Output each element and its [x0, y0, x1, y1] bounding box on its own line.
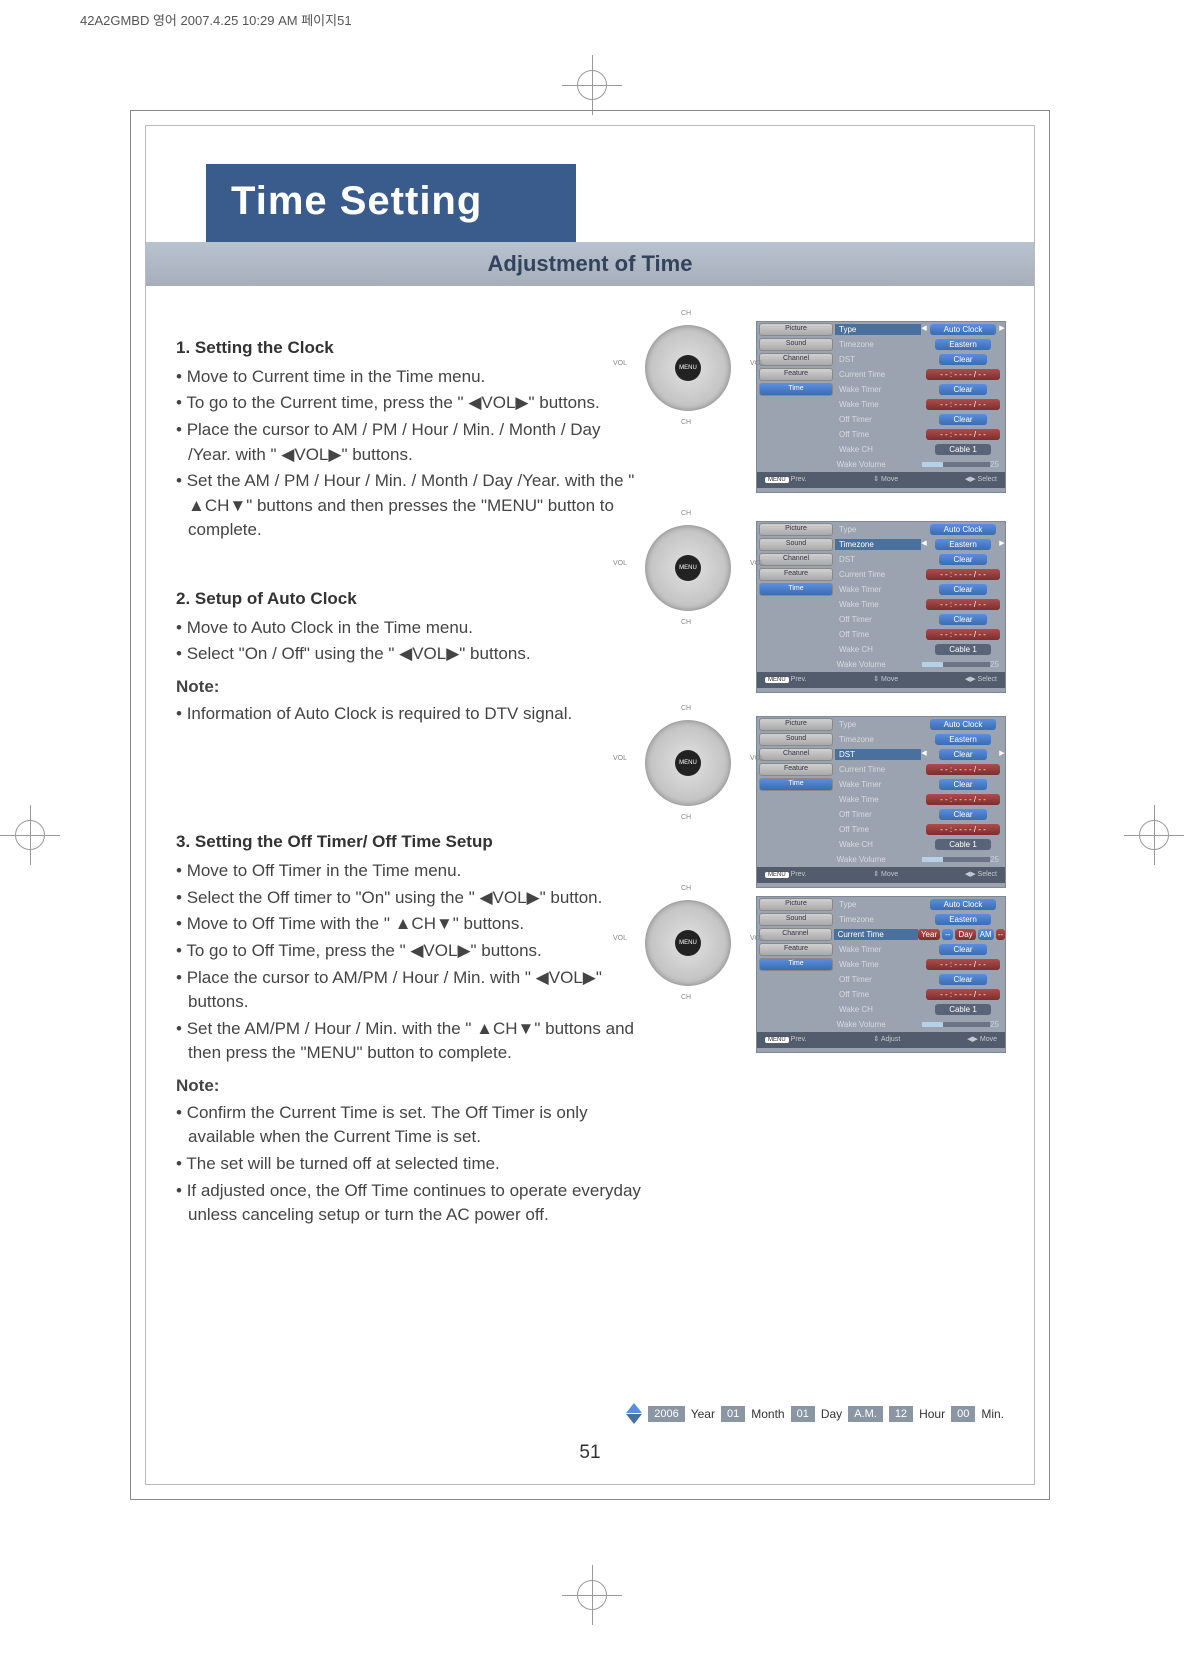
- figure-clock: CH CH VOL VOL MENU PictureType◀Auto Cloc…: [631, 321, 1006, 493]
- crop-mark-bottom: [562, 1565, 622, 1625]
- section-off-timer: 3. Setting the Off Timer/ Off Time Setup…: [176, 830, 646, 1228]
- bullet: Set the AM / PM / Hour / Min. / Month / …: [176, 469, 646, 543]
- osd-panel-type: PictureType◀Auto Clock▶ SoundTimezoneEas…: [756, 321, 1006, 493]
- bullet: Select "On / Off" using the " ◀VOL▶" but…: [176, 642, 646, 667]
- crop-mark-top: [562, 55, 622, 115]
- bullet: If adjusted once, the Off Time continues…: [176, 1179, 646, 1228]
- crop-mark-right: [1124, 805, 1184, 865]
- document-header-meta: 42A2GMBD 영어 2007.4.25 10:29 AM 페이지51: [80, 10, 352, 29]
- figure-dst: CHCH VOLVOL MENU PictureTypeAuto Clock S…: [631, 716, 1006, 888]
- section-auto-clock: 2. Setup of Auto Clock Move to Auto Cloc…: [176, 587, 646, 726]
- list-auto: Move to Auto Clock in the Time menu. Sel…: [176, 616, 646, 667]
- year-value: 2006: [648, 1406, 684, 1422]
- remote-dpad-icon: CHCH VOLVOL MENU: [631, 521, 746, 616]
- bullet: Move to Off Time with the " ▲CH▼" button…: [176, 912, 646, 937]
- figure-current-time: CHCH VOLVOL MENU PictureTypeAuto Clock S…: [631, 896, 1006, 1053]
- date-time-bar: 2006 Year 01 Month 01 Day A.M. 12 Hour 0…: [626, 1403, 1004, 1424]
- section-subtitle: Adjustment of Time: [146, 242, 1034, 286]
- bullet: Confirm the Current Time is set. The Off…: [176, 1101, 646, 1150]
- bullet: Place the cursor to AM / PM / Hour / Min…: [176, 418, 646, 467]
- bullet: Information of Auto Clock is required to…: [176, 702, 646, 727]
- bullet: The set will be turned off at selected t…: [176, 1152, 646, 1177]
- title-box: Time Setting: [206, 164, 576, 242]
- bullet: To go to Off Time, press the " ◀VOL▶" bu…: [176, 939, 646, 964]
- page-frame-outer: Time Setting Adjustment of Time 1. Setti…: [130, 110, 1050, 1500]
- page-title: Time Setting: [231, 179, 551, 224]
- list-auto-note: Information of Auto Clock is required to…: [176, 702, 646, 727]
- osd-panel-timezone: PictureTypeAuto Clock SoundTimezone◀East…: [756, 521, 1006, 693]
- figure-auto-clock: CHCH VOLVOL MENU PictureTypeAuto Clock S…: [631, 521, 1006, 693]
- remote-dpad-icon: CH CH VOL VOL MENU: [631, 321, 746, 416]
- heading-clock: 1. Setting the Clock: [176, 336, 646, 361]
- remote-dpad-icon: CHCH VOLVOL MENU: [631, 896, 746, 991]
- bullet: To go to the Current time, press the " ◀…: [176, 391, 646, 416]
- bullet: Place the cursor to AM/PM / Hour / Min. …: [176, 966, 646, 1015]
- list-off: Move to Off Timer in the Time menu. Sele…: [176, 859, 646, 1066]
- note-label: Note:: [176, 675, 646, 700]
- osd-panel-current-time: PictureTypeAuto Clock SoundTimezoneEaste…: [756, 896, 1006, 1053]
- heading-off: 3. Setting the Off Timer/ Off Time Setup: [176, 830, 646, 855]
- bullet: Move to Auto Clock in the Time menu.: [176, 616, 646, 641]
- bullet: Set the AM/PM / Hour / Min. with the " ▲…: [176, 1017, 646, 1066]
- page-number: 51: [146, 1442, 1034, 1464]
- list-off-note: Confirm the Current Time is set. The Off…: [176, 1101, 646, 1228]
- crop-mark-left: [0, 805, 60, 865]
- page-frame-inner: Time Setting Adjustment of Time 1. Setti…: [145, 125, 1035, 1485]
- list-clock: Move to Current time in the Time menu. T…: [176, 365, 646, 543]
- bullet: Select the Off timer to "On" using the "…: [176, 886, 646, 911]
- section-setting-clock: 1. Setting the Clock Move to Current tim…: [176, 336, 646, 543]
- remote-dpad-icon: CHCH VOLVOL MENU: [631, 716, 746, 811]
- content-area: 1. Setting the Clock Move to Current tim…: [146, 286, 1034, 1292]
- heading-auto: 2. Setup of Auto Clock: [176, 587, 646, 612]
- note-label: Note:: [176, 1074, 646, 1099]
- bullet: Move to Off Timer in the Time menu.: [176, 859, 646, 884]
- osd-panel-dst: PictureTypeAuto Clock SoundTimezoneEaste…: [756, 716, 1006, 888]
- bullet: Move to Current time in the Time menu.: [176, 365, 646, 390]
